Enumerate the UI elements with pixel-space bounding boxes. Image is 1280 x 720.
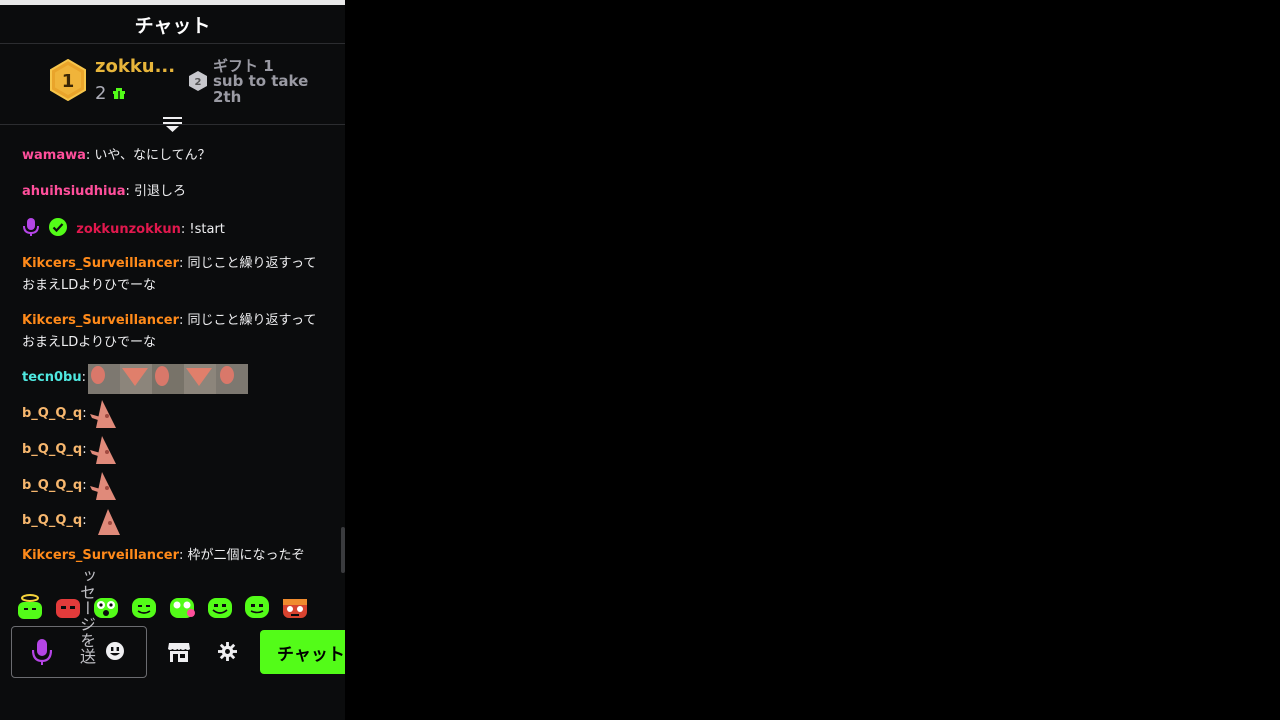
chat-message: b_Q_Q_q: [22,510,87,532]
chat-message: wamawa: いや、なにしてん？ [22,145,211,167]
chat-message: tecn0bu: [22,367,86,389]
chat-username[interactable]: b_Q_Q_q [22,513,82,528]
gift-icon [113,88,125,99]
rank-2-badge-icon: 2 [189,71,207,91]
chat-title: チャット [0,5,345,44]
chat-username[interactable]: b_Q_Q_q [22,442,82,457]
chat-text: : [82,513,87,528]
emote-strip-image [88,364,248,394]
chat-message: b_Q_Q_q: [22,475,87,497]
chat-text: : 引退しろ [125,184,187,199]
emote-happy[interactable] [242,594,272,620]
chat-message: b_Q_Q_q: [22,403,87,425]
chat-text: : 同じこと繰り返すって [179,313,317,328]
chat-text: : 枠が二個になったぞ [179,548,305,563]
chat-text: おまえLDよりひでーな [22,335,156,350]
chat-message: zokkunzokkun: !start [22,217,225,241]
chat-text: : いや、なにしてん？ [85,148,211,163]
mic-icon[interactable] [32,638,52,666]
svg-text:1: 1 [62,71,75,92]
patrick-emote [98,509,120,535]
emote-smile[interactable] [129,594,159,620]
chat-scrollbar[interactable] [341,527,345,573]
chat-username[interactable]: zokkunzokkun [76,222,181,237]
chat-message-continued: おまえLDよりひでーな [22,275,156,297]
chat-username[interactable]: wamawa [22,148,86,163]
patrick-emote [90,436,116,464]
chat-message: Kikcers_Surveillancer: 同じこと繰り返すって [22,253,316,275]
chat-text: : [82,478,87,493]
chat-message: Kikcers_Surveillancer: 同じこと繰り返すって [22,310,316,332]
chat-message-continued: おまえLDよりひでーな [22,332,156,354]
chat-text: : [82,442,87,457]
leaderboard-first-count: 2 [95,83,107,104]
chat-text: : !start [180,222,225,237]
emote-icon[interactable] [105,641,125,661]
leaderboard-first-name[interactable]: zokku... [95,56,175,77]
chat-text: : 同じこと繰り返すって [179,256,317,271]
emote-angel[interactable] [15,594,45,620]
emote-kiss[interactable] [167,594,197,620]
mic-badge-icon [23,218,39,236]
patrick-emote [90,472,116,500]
chat-username[interactable]: Kikcers_Surveillancer [22,313,179,328]
chat-text: : [82,406,87,421]
verified-icon [49,218,68,236]
collapse-icon[interactable] [163,115,182,133]
chat-message: b_Q_Q_q: [22,439,87,461]
patrick-emote [90,400,116,428]
chat-username[interactable]: Kikcers_Surveillancer [22,548,179,563]
store-icon[interactable] [167,640,191,664]
chat-username[interactable]: ahuihsiudhiua [22,184,126,199]
chat-message: ahuihsiudhiua: 引退しろ [22,181,186,203]
chat-text: おまえLDよりひでーな [22,278,156,293]
send-chat-button[interactable]: チャット [260,630,345,674]
emote-angry[interactable] [280,594,310,620]
chat-message: Kikcers_Surveillancer: 枠が二個になったぞ [22,545,305,567]
chat-input-placeholder: ッセージを送 [77,568,96,664]
settings-icon[interactable] [218,642,237,661]
chat-username[interactable]: Kikcers_Surveillancer [22,256,179,271]
chat-username[interactable]: b_Q_Q_q [22,406,82,421]
chat-panel: チャット 1 zokku... 2 2 ギフト 1 sub to take 2t… [0,0,345,720]
emote-grin[interactable] [205,594,235,620]
chat-username[interactable]: tecn0bu [22,370,82,385]
chat-username[interactable]: b_Q_Q_q [22,478,82,493]
chat-text: : [81,370,86,385]
svg-text:2: 2 [195,77,202,88]
leaderboard-second-line2: 2th [213,88,242,106]
rank-1-badge-icon: 1 [50,59,86,101]
